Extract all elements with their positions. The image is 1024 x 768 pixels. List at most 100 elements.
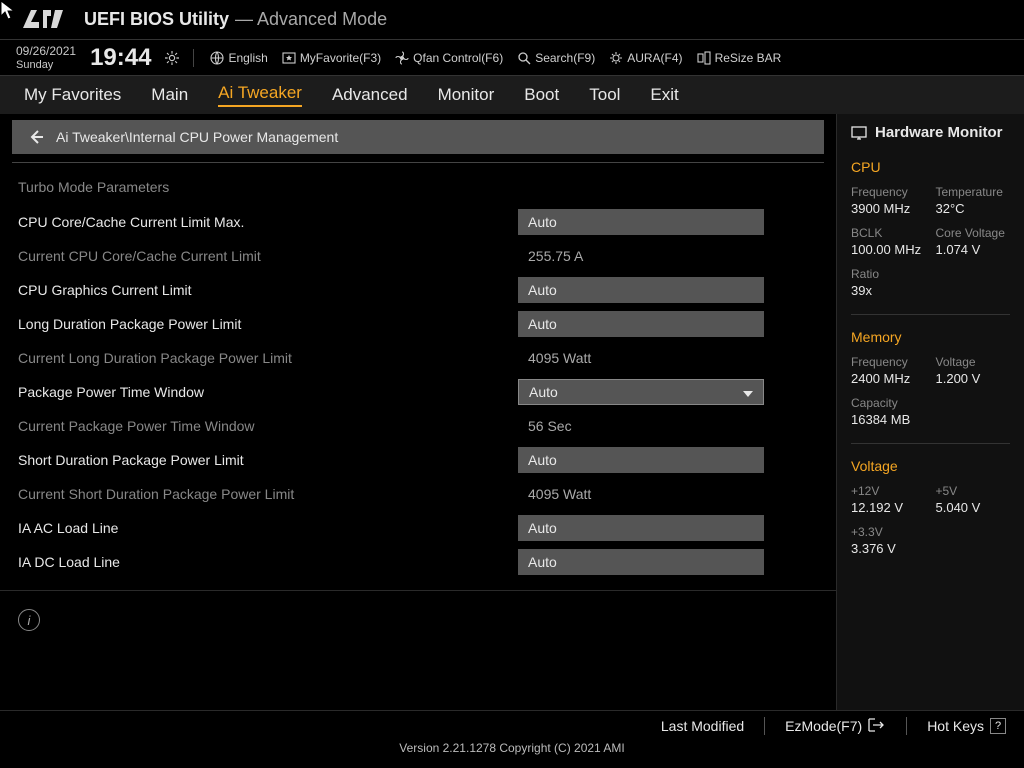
toolbar-item-globe[interactable]: English <box>210 51 267 65</box>
setting-input[interactable]: Auto <box>518 515 764 541</box>
gear-icon[interactable] <box>165 51 179 65</box>
mem-cap-value: 16384 MB <box>851 412 926 427</box>
sidebar-voltage-heading: Voltage <box>851 458 1010 474</box>
nav-tab-main[interactable]: Main <box>151 85 188 105</box>
cpu-vcore-value: 1.074 V <box>936 242 1011 257</box>
nav-tab-monitor[interactable]: Monitor <box>438 85 495 105</box>
globe-icon <box>210 51 224 65</box>
star-icon <box>282 51 296 65</box>
setting-row: CPU Graphics Current LimitAuto <box>12 273 824 307</box>
setting-row: CPU Core/Cache Current Limit Max.Auto <box>12 205 824 239</box>
cpu-temp-value: 32°C <box>936 201 1011 216</box>
ezmode-button[interactable]: EzMode(F7) <box>785 718 886 735</box>
date-text: 09/26/2021 <box>16 44 76 58</box>
aura-icon <box>609 51 623 65</box>
setting-label: CPU Core/Cache Current Limit Max. <box>18 214 518 230</box>
setting-readonly-value: 255.75 A <box>518 248 818 264</box>
nav-tab-ai-tweaker[interactable]: Ai Tweaker <box>218 83 302 107</box>
setting-row: Current Short Duration Package Power Lim… <box>12 477 824 511</box>
question-icon: ? <box>990 718 1006 734</box>
info-icon: i <box>18 609 40 631</box>
app-title: UEFI BIOS Utility <box>84 9 229 30</box>
setting-label: Current Short Duration Package Power Lim… <box>18 486 518 502</box>
setting-label: Short Duration Package Power Limit <box>18 452 518 468</box>
section-heading: Turbo Mode Parameters <box>12 173 824 205</box>
toolbar-item-label: English <box>228 51 267 65</box>
last-modified-button[interactable]: Last Modified <box>661 718 744 734</box>
help-panel: i <box>0 590 836 710</box>
toolbar-item-label: AURA(F4) <box>627 51 682 65</box>
setting-readonly-value: 4095 Watt <box>518 486 818 502</box>
nav-tab-my-favorites[interactable]: My Favorites <box>24 85 121 105</box>
sidebar-title: Hardware Monitor <box>851 124 1010 141</box>
toolbar-item-star[interactable]: MyFavorite(F3) <box>282 51 381 65</box>
breadcrumb-path: Ai Tweaker\Internal CPU Power Management <box>56 129 338 145</box>
setting-input[interactable]: Auto <box>518 277 764 303</box>
mem-freq-value: 2400 MHz <box>851 371 926 386</box>
v5-label: +5V <box>936 484 1011 498</box>
date-block: 09/26/2021 Sunday <box>16 44 76 72</box>
cpu-freq-value: 3900 MHz <box>851 201 926 216</box>
nav-tab-advanced[interactable]: Advanced <box>332 85 408 105</box>
v12-value: 12.192 V <box>851 500 926 515</box>
settings-panel: Turbo Mode Parameters CPU Core/Cache Cur… <box>0 162 836 590</box>
footer-bar: Last Modified EzMode(F7) Hot Keys ? Vers… <box>0 710 1024 768</box>
header-bar: UEFI BIOS Utility — Advanced Mode <box>0 0 1024 40</box>
toolbar-item-fan[interactable]: Qfan Control(F6) <box>395 51 503 65</box>
sidebar-memory-heading: Memory <box>851 329 1010 345</box>
mem-volt-value: 1.200 V <box>936 371 1011 386</box>
hotkeys-button[interactable]: Hot Keys ? <box>927 718 1006 734</box>
main-nav: My Favorites Main Ai Tweaker Advanced Monito… <box>0 76 1024 114</box>
setting-row: IA AC Load LineAuto <box>12 511 824 545</box>
setting-input[interactable]: Auto <box>518 209 764 235</box>
toolbar-item-search[interactable]: Search(F9) <box>517 51 595 65</box>
sidebar-cpu-heading: CPU <box>851 159 1010 175</box>
setting-label: Package Power Time Window <box>18 384 518 400</box>
resize-icon <box>697 51 711 65</box>
toolbar-items: English MyFavorite(F3) Qfan Control(F6) Sea… <box>210 51 781 65</box>
cpu-bclk-label: BCLK <box>851 226 926 240</box>
cpu-ratio-label: Ratio <box>851 267 926 281</box>
v33-value: 3.376 V <box>851 541 926 556</box>
fan-icon <box>395 51 409 65</box>
nav-tab-exit[interactable]: Exit <box>650 85 678 105</box>
toolbar-item-aura[interactable]: AURA(F4) <box>609 51 682 65</box>
toolbar-item-label: MyFavorite(F3) <box>300 51 381 65</box>
chevron-down-icon <box>743 384 753 400</box>
setting-label: Current Package Power Time Window <box>18 418 518 434</box>
nav-tab-boot[interactable]: Boot <box>524 85 559 105</box>
setting-row: Package Power Time WindowAuto <box>12 375 824 409</box>
setting-input[interactable]: Auto <box>518 549 764 575</box>
cpu-vcore-label: Core Voltage <box>936 226 1011 240</box>
monitor-icon <box>851 125 867 141</box>
breadcrumb: Ai Tweaker\Internal CPU Power Management <box>12 120 824 154</box>
nav-tab-tool[interactable]: Tool <box>589 85 620 105</box>
setting-select[interactable]: Auto <box>518 379 764 405</box>
toolbar-item-label: ReSize BAR <box>715 51 782 65</box>
back-arrow-icon[interactable] <box>28 129 44 145</box>
version-text: Version 2.21.1278 Copyright (C) 2021 AMI <box>0 735 1024 755</box>
mem-cap-label: Capacity <box>851 396 926 410</box>
setting-row: Current Package Power Time Window56 Sec <box>12 409 824 443</box>
setting-input[interactable]: Auto <box>518 311 764 337</box>
exit-icon <box>868 718 886 735</box>
toolbar-item-label: Search(F9) <box>535 51 595 65</box>
cpu-ratio-value: 39x <box>851 283 926 298</box>
setting-row: Current Long Duration Package Power Limi… <box>12 341 824 375</box>
setting-label: Long Duration Package Power Limit <box>18 316 518 332</box>
info-bar: 09/26/2021 Sunday 19:44 EnglishMyFavorit… <box>0 40 1024 76</box>
toolbar-item-resize[interactable]: ReSize BAR <box>697 51 782 65</box>
setting-label: IA DC Load Line <box>18 554 518 570</box>
setting-row: Short Duration Package Power LimitAuto <box>12 443 824 477</box>
toolbar-item-label: Qfan Control(F6) <box>413 51 503 65</box>
brand-logo <box>12 5 72 35</box>
v5-value: 5.040 V <box>936 500 1011 515</box>
mem-volt-label: Voltage <box>936 355 1011 369</box>
app-subtitle: — Advanced Mode <box>235 9 387 30</box>
setting-label: Current CPU Core/Cache Current Limit <box>18 248 518 264</box>
v33-label: +3.3V <box>851 525 926 539</box>
setting-input[interactable]: Auto <box>518 447 764 473</box>
setting-row: IA DC Load LineAuto <box>12 545 824 579</box>
setting-label: IA AC Load Line <box>18 520 518 536</box>
hardware-monitor-sidebar: Hardware Monitor CPU Frequency3900 MHz T… <box>836 114 1024 710</box>
